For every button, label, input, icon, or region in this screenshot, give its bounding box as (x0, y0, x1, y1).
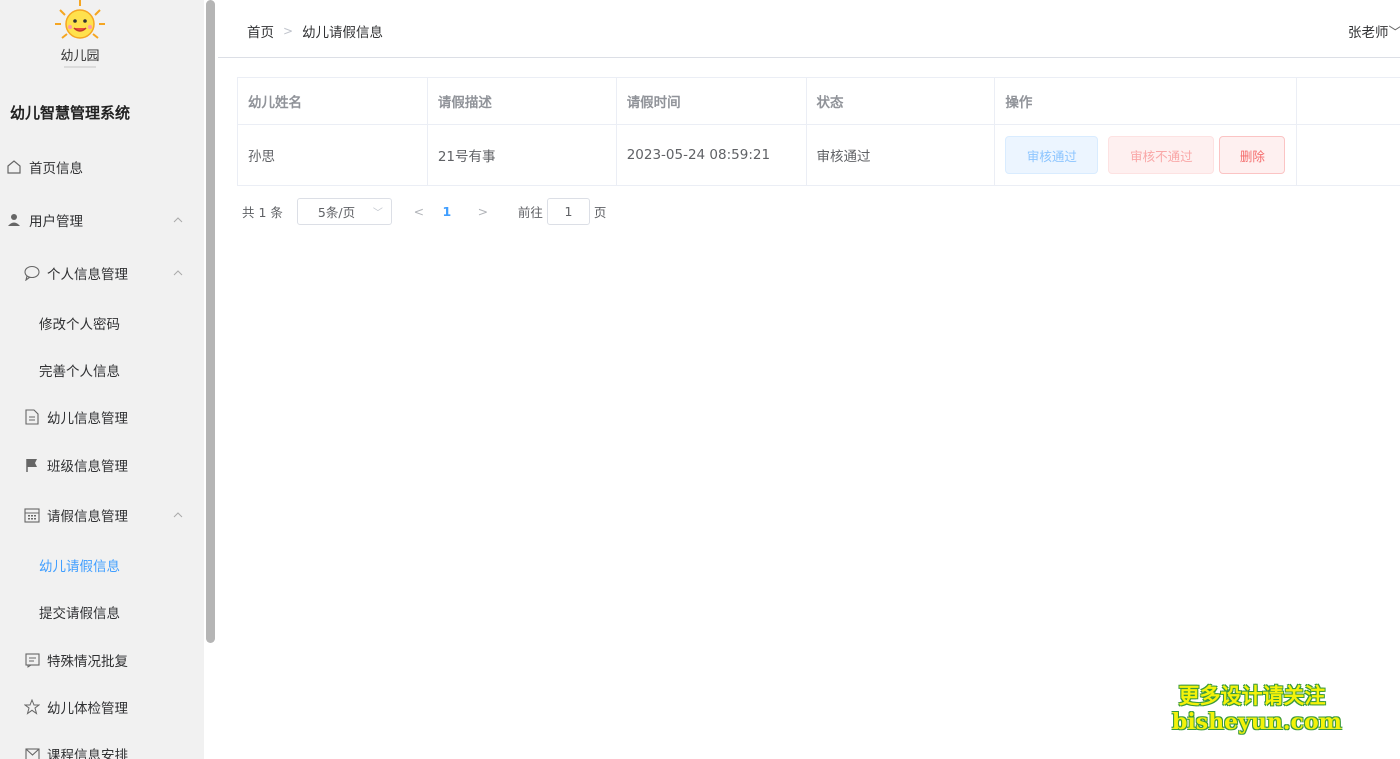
menu-child-leave-info[interactable]: 幼儿请假信息 (0, 545, 204, 585)
menu-user-management[interactable]: 用户管理 (0, 200, 204, 240)
page-size-select[interactable]: 5条/页 ﹀ (296, 197, 392, 225)
user-icon (6, 212, 22, 228)
logo-text: 幼儿园 (60, 49, 99, 64)
next-page-button[interactable]: > (470, 204, 496, 219)
star-icon (24, 699, 40, 715)
watermark-line2: bisheyun.com (1172, 709, 1342, 735)
column-header: 请假描述 (427, 78, 617, 125)
header: 首页 > 幼儿请假信息 张老师﹀ (218, 0, 1400, 58)
cell-leave-desc: 21号有事 (427, 125, 617, 186)
table-row: 孙思 21号有事 2023-05-24 08:59:21 审核通过 审核通过 审… (238, 125, 1400, 186)
menu-personal-info[interactable]: 个人信息管理 (0, 253, 204, 293)
cell-actions: 审核通过 审核不通过 删除 (995, 125, 1298, 186)
breadcrumb-separator-icon: > (283, 24, 294, 38)
menu-label: 用户管理 (29, 214, 83, 230)
watermark: 更多设计请关注 bisheyun.com (1172, 683, 1342, 735)
menu-special-approval[interactable]: 特殊情况批复 (0, 640, 204, 680)
menu-label: 完善个人信息 (39, 364, 120, 380)
user-name: 张老师 (1348, 25, 1389, 41)
menu-label: 幼儿请假信息 (39, 559, 120, 575)
menu-label: 提交请假信息 (39, 606, 120, 622)
menu-label: 个人信息管理 (47, 267, 128, 283)
flag-icon (24, 457, 40, 473)
breadcrumb: 首页 > 幼儿请假信息 (247, 21, 383, 41)
home-icon (6, 159, 22, 175)
chevron-down-icon: ﹀ (372, 207, 383, 219)
goto-page-input[interactable]: 1 (546, 197, 590, 225)
chevron-up-icon (173, 270, 183, 276)
breadcrumb-home[interactable]: 首页 (247, 21, 274, 41)
leave-table: 幼儿姓名 请假描述 请假时间 状态 操作 孙思 21号有事 2023-05-24… (237, 77, 1400, 186)
menu-course-schedule[interactable]: 课程信息安排 (0, 734, 204, 759)
chevron-down-icon: ﹀ (1389, 25, 1400, 41)
document-icon (24, 409, 40, 425)
menu-label: 首页信息 (29, 161, 83, 177)
sidebar-scrollbar-thumb[interactable] (206, 0, 215, 643)
approve-button[interactable]: 审核通过 (1005, 136, 1099, 174)
chevron-up-icon (173, 217, 183, 223)
pagination-total: 共 1 条 (242, 204, 283, 220)
page-number-current[interactable]: 1 (432, 204, 462, 219)
cell-empty (1297, 125, 1400, 186)
kindergarten-logo: 幼儿园 (55, 0, 105, 68)
watermark-line1: 更多设计请关注 (1178, 684, 1326, 708)
mail-icon (24, 746, 40, 759)
prev-page-button[interactable]: < (406, 204, 432, 219)
cell-status: 审核通过 (806, 125, 996, 186)
menu-label: 班级信息管理 (47, 459, 128, 475)
system-title: 幼儿智慧管理系统 (10, 104, 131, 122)
delete-button[interactable]: 删除 (1219, 136, 1286, 174)
page-suffix: 页 (593, 204, 607, 220)
menu-label: 特殊情况批复 (47, 654, 128, 670)
user-dropdown[interactable]: 张老师﹀ (1348, 21, 1400, 41)
chevron-up-icon (173, 512, 183, 518)
table-header: 幼儿姓名 请假描述 请假时间 状态 操作 (238, 78, 1400, 125)
menu-complete-info[interactable]: 完善个人信息 (0, 350, 204, 390)
menu-class-info[interactable]: 班级信息管理 (0, 445, 204, 485)
column-header: 幼儿姓名 (238, 78, 428, 125)
menu-leave-management[interactable]: 请假信息管理 (0, 495, 204, 535)
reject-button[interactable]: 审核不通过 (1108, 136, 1215, 174)
menu-label: 课程信息安排 (47, 748, 128, 759)
page-size-value: 5条/页 (317, 204, 356, 220)
sidebar: 幼儿园 幼儿智慧管理系统 首页信息 用户管理 个人信息管理 修改个人密码 完善个… (0, 0, 204, 759)
column-header: 请假时间 (616, 78, 807, 125)
column-header: 操作 (995, 78, 1298, 125)
calendar-icon (24, 507, 40, 523)
menu-submit-leave[interactable]: 提交请假信息 (0, 592, 204, 632)
menu-label: 幼儿体检管理 (47, 701, 128, 717)
menu-label: 修改个人密码 (39, 317, 120, 333)
menu-label: 幼儿信息管理 (47, 411, 128, 427)
menu-change-password[interactable]: 修改个人密码 (0, 303, 204, 343)
menu-child-info[interactable]: 幼儿信息管理 (0, 397, 204, 437)
cell-child-name: 孙思 (238, 125, 428, 186)
menu-label: 请假信息管理 (47, 509, 128, 525)
menu-home[interactable]: 首页信息 (0, 147, 204, 187)
chat-bubble-icon (24, 265, 40, 281)
goto-label: 前往 (517, 204, 543, 220)
menu-health-check[interactable]: 幼儿体检管理 (0, 687, 204, 727)
column-header-empty (1297, 78, 1400, 125)
pagination: 共 1 条 5条/页 ﹀ < 1 > 前往 1 页 (242, 197, 606, 225)
column-header: 状态 (806, 78, 996, 125)
message-icon (24, 652, 40, 668)
breadcrumb-current: 幼儿请假信息 (302, 25, 384, 41)
cell-leave-time: 2023-05-24 08:59:21 (616, 125, 807, 186)
